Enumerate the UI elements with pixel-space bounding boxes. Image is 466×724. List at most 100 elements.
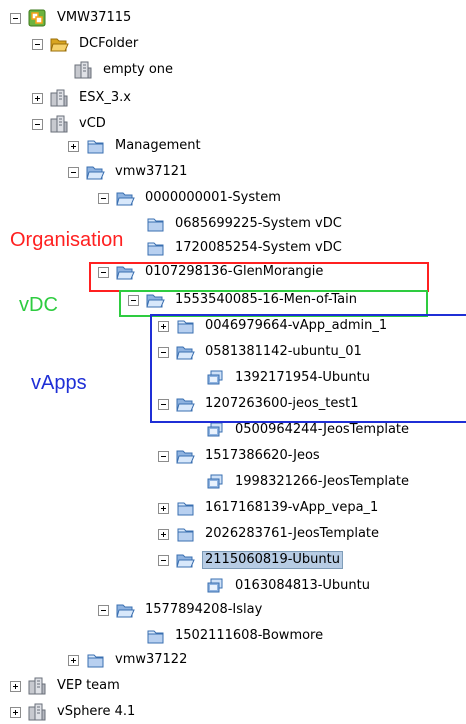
vm-icon (205, 368, 225, 388)
host-cluster-icon (49, 88, 69, 108)
tree-node[interactable]: VEP team (10, 675, 123, 697)
vapps-annotation-label: vApps (31, 372, 87, 394)
tree-node-label[interactable]: 1207263600-jeos_test1 (202, 395, 361, 413)
tree-node-label[interactable]: 0581381142-ubuntu_01 (202, 343, 365, 361)
host-cluster-icon (49, 114, 69, 134)
tree-node[interactable]: 1517386620-Jeos (158, 445, 323, 467)
collapse-icon[interactable] (98, 192, 109, 204)
closed-folder-blue-icon (145, 626, 165, 646)
closed-folder-blue-icon (175, 524, 195, 544)
open-folder-blue-icon (85, 162, 105, 182)
tree-node[interactable]: 1998321266-JeosTemplate (188, 471, 412, 493)
tree-node-label[interactable]: 0107298136-GlenMorangie (142, 263, 326, 281)
tree-node-label[interactable]: ESX_3.x (76, 89, 134, 107)
tree-node[interactable]: 1577894208-Islay (98, 599, 265, 621)
tree-node[interactable]: vmw37121 (68, 161, 190, 183)
host-cluster-icon (27, 702, 47, 722)
tree-node[interactable]: Management (68, 135, 204, 157)
tree-node[interactable]: 2026283761-JeosTemplate (158, 523, 382, 545)
tree-node-label[interactable]: 2026283761-JeosTemplate (202, 525, 382, 543)
tree-node-label[interactable]: empty one (100, 61, 176, 79)
tree-node[interactable]: empty one (56, 59, 176, 81)
tree-node[interactable]: 1207263600-jeos_test1 (158, 393, 361, 415)
expand-icon[interactable] (158, 320, 169, 332)
tree-node-label[interactable]: 1502111608-Bowmore (172, 627, 326, 645)
expand-icon[interactable] (10, 706, 21, 718)
tree-node[interactable]: 1720085254-System vDC (128, 237, 345, 259)
open-folder-blue-icon (175, 394, 195, 414)
collapse-icon[interactable] (158, 346, 169, 358)
tree-node-label[interactable]: 1392171954-Ubuntu (232, 369, 373, 387)
tree-node[interactable]: 0107298136-GlenMorangie (98, 261, 326, 283)
tree-node-label[interactable]: 1998321266-JeosTemplate (232, 473, 412, 491)
open-folder-blue-icon (175, 342, 195, 362)
tree-node-label[interactable]: 1517386620-Jeos (202, 447, 323, 465)
tree-node-label[interactable]: Management (112, 137, 204, 155)
tree-node-label[interactable]: 0163084813-Ubuntu (232, 577, 373, 595)
tree-node[interactable]: 0046979664-vApp_admin_1 (158, 315, 390, 337)
tree-node[interactable]: vSphere 4.1 (10, 701, 138, 723)
tree-node[interactable]: vCD (32, 113, 109, 135)
tree-node[interactable]: ESX_3.x (32, 87, 134, 109)
tree-node-label[interactable]: 0500964244-JeosTemplate (232, 421, 412, 439)
tree-node[interactable]: 1392171954-Ubuntu (188, 367, 373, 389)
tree-node-label[interactable]: vCD (76, 115, 109, 133)
expand-icon[interactable] (10, 680, 21, 692)
tree-node[interactable]: 1617168139-vApp_vepa_1 (158, 497, 381, 519)
tree-node[interactable]: 0685699225-System vDC (128, 213, 345, 235)
open-folder-blue-icon (175, 446, 195, 466)
tree-node[interactable]: 0000000001-System (98, 187, 284, 209)
collapse-icon[interactable] (128, 294, 139, 306)
collapse-icon[interactable] (32, 38, 43, 50)
tree-node-label[interactable]: 0685699225-System vDC (172, 215, 345, 233)
collapse-icon[interactable] (158, 398, 169, 410)
tree-node[interactable]: vmw37122 (68, 649, 190, 671)
collapse-icon[interactable] (158, 450, 169, 462)
collapse-icon[interactable] (158, 554, 169, 566)
tree-node-label[interactable]: 0046979664-vApp_admin_1 (202, 317, 390, 335)
expand-icon[interactable] (32, 92, 43, 104)
tree-node-label[interactable]: 1577894208-Islay (142, 601, 265, 619)
tree-node[interactable]: 1553540085-16-Men-of-Tain (128, 289, 360, 311)
closed-folder-blue-icon (85, 136, 105, 156)
host-cluster-icon (27, 676, 47, 696)
closed-folder-blue-icon (85, 650, 105, 670)
closed-folder-blue-icon (175, 316, 195, 336)
collapse-icon[interactable] (10, 12, 21, 24)
tree-node[interactable]: 1502111608-Bowmore (128, 625, 326, 647)
tree-node-label[interactable]: 1720085254-System vDC (172, 239, 345, 257)
tree-node[interactable]: DCFolder (32, 33, 141, 55)
tree-node-label[interactable]: vmw37121 (112, 163, 190, 181)
collapse-icon[interactable] (32, 118, 43, 130)
tree-node[interactable]: 0500964244-JeosTemplate (188, 419, 412, 441)
tree-node-label[interactable]: 1553540085-16-Men-of-Tain (172, 291, 360, 309)
tree-node-label[interactable]: VEP team (54, 677, 123, 695)
tree-node-label[interactable]: VMW37115 (54, 9, 134, 27)
collapse-icon[interactable] (98, 604, 109, 616)
collapse-icon[interactable] (98, 266, 109, 278)
tree-node[interactable]: VMW37115 (10, 7, 134, 29)
host-cluster-icon (73, 60, 93, 80)
tree-node[interactable]: 0163084813-Ubuntu (188, 575, 373, 597)
expand-icon[interactable] (158, 502, 169, 514)
tree-node-label[interactable]: DCFolder (76, 35, 141, 53)
collapse-icon[interactable] (68, 166, 79, 178)
open-folder-blue-icon (115, 188, 135, 208)
tree-node-label[interactable]: 1617168139-vApp_vepa_1 (202, 499, 381, 517)
tree-node-label[interactable]: vSphere 4.1 (54, 703, 138, 721)
tree-node-label[interactable]: 2115060819-Ubuntu (202, 551, 343, 569)
expand-icon[interactable] (68, 654, 79, 666)
tree-node[interactable]: 0581381142-ubuntu_01 (158, 341, 365, 363)
expand-icon[interactable] (68, 140, 79, 152)
tree-node[interactable]: 2115060819-Ubuntu (158, 549, 343, 571)
tree-node-label[interactable]: vmw37122 (112, 651, 190, 669)
expand-icon[interactable] (158, 528, 169, 540)
tree-node-label[interactable]: 0000000001-System (142, 189, 284, 207)
vm-icon (205, 576, 225, 596)
